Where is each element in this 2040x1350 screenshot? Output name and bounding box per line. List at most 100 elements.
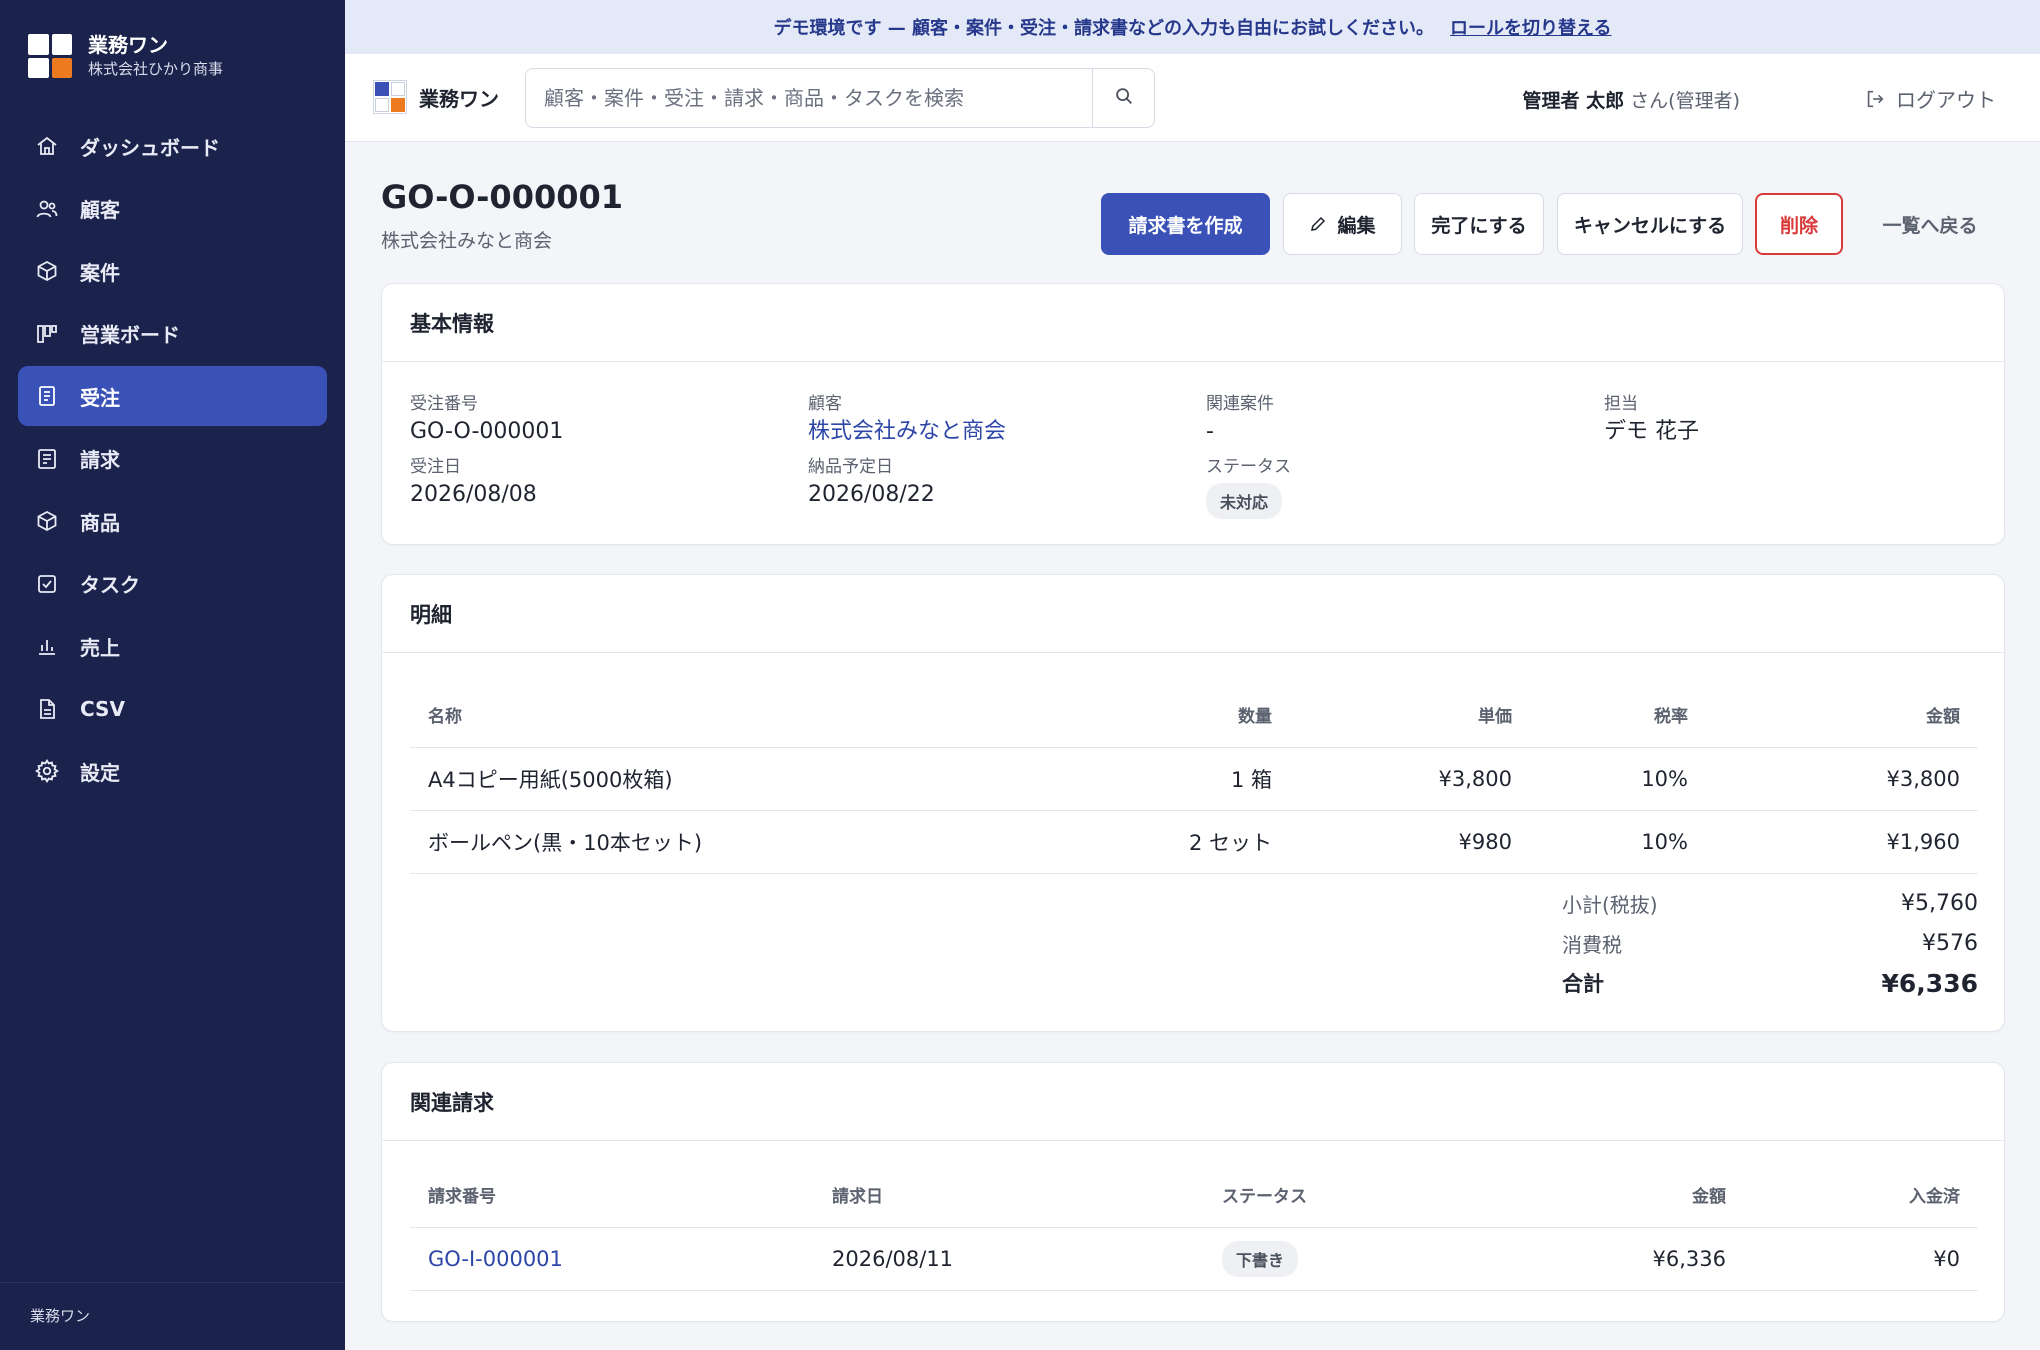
col-invoice-date: 請求日 bbox=[814, 1163, 1204, 1228]
col-qty: 数量 bbox=[1050, 683, 1290, 748]
sidebar-item-sales-board[interactable]: 営業ボード bbox=[18, 304, 327, 364]
sidebar-item-deals[interactable]: 案件 bbox=[18, 241, 327, 301]
table-header-row: 名称 数量 単価 税率 金額 bbox=[410, 683, 1978, 748]
user-role: さん(管理者) bbox=[1630, 90, 1740, 112]
sidebar-item-sales[interactable]: 売上 bbox=[18, 616, 327, 676]
sidebar-item-label: 受注 bbox=[80, 385, 120, 410]
item-price: ¥3,800 bbox=[1290, 747, 1530, 811]
item-name: ボールペン(黒・10本セット) bbox=[410, 810, 1050, 874]
search-input[interactable] bbox=[526, 69, 1092, 127]
line-items-title: 明細 bbox=[382, 575, 2004, 653]
sidebar-nav: ダッシュボード 顧客 案件 営業ボード 受注 請求 商品 タスク 売上 CSV … bbox=[18, 116, 327, 804]
order-date-label: 受注日 bbox=[410, 457, 461, 477]
customer-label: 顧客 bbox=[808, 394, 842, 414]
related-deal-label: 関連案件 bbox=[1206, 394, 1274, 414]
sidebar: 業務ワン 株式会社ひかり商事 ダッシュボード 顧客 案件 営業ボード 受注 請求… bbox=[0, 0, 345, 1350]
back-to-list-button[interactable]: 一覧へ戻る bbox=[1860, 193, 2000, 255]
invoice-number-link[interactable]: GO-I-000001 bbox=[410, 1227, 814, 1291]
line-items-card: 明細 名称 数量 単価 税率 金額 A4コピー用紙(5000枚箱) 1 箱 ¥3… bbox=[381, 574, 2005, 1032]
page-title: GO-O-000001 bbox=[381, 178, 624, 216]
brand[interactable]: 業務ワン 株式会社ひかり商事 bbox=[28, 32, 223, 80]
tax-label: 消費税 bbox=[1562, 932, 1622, 957]
invoice-status-badge: 下書き bbox=[1222, 1240, 1299, 1277]
company-name: 株式会社ひかり商事 bbox=[88, 60, 224, 78]
edit-button[interactable]: 編集 bbox=[1283, 193, 1402, 255]
line-items-table: 名称 数量 単価 税率 金額 A4コピー用紙(5000枚箱) 1 箱 ¥3,80… bbox=[410, 683, 1978, 874]
sidebar-item-settings[interactable]: 設定 bbox=[18, 741, 327, 801]
invoice-icon bbox=[34, 446, 60, 472]
cancel-order-label: キャンセルにする bbox=[1573, 214, 1727, 237]
sidebar-footer: 業務ワン bbox=[0, 1282, 345, 1350]
order-date-field: 受注日 2026/08/08 bbox=[410, 455, 537, 511]
switch-role-link[interactable]: ロールを切り替える bbox=[1450, 14, 1611, 40]
subtotal-label: 小計(税抜) bbox=[1562, 892, 1658, 917]
order-number-value: GO-O-000001 bbox=[410, 419, 564, 444]
delivery-date-label: 納品予定日 bbox=[808, 457, 893, 477]
col-tax: 税率 bbox=[1530, 683, 1706, 748]
search-button[interactable] bbox=[1092, 69, 1154, 127]
invoice-paid: ¥0 bbox=[1744, 1227, 1978, 1291]
search-icon bbox=[1113, 85, 1135, 111]
tax-value: ¥576 bbox=[1922, 930, 1978, 956]
subtotal-value: ¥5,760 bbox=[1901, 890, 1978, 916]
create-invoice-button[interactable]: 請求書を作成 bbox=[1101, 193, 1270, 255]
delete-label: 削除 bbox=[1779, 214, 1818, 237]
owner-field: 担当 デモ 花子 bbox=[1604, 392, 1699, 448]
sidebar-item-dashboard[interactable]: ダッシュボード bbox=[18, 116, 327, 176]
order-date-value: 2026/08/08 bbox=[410, 482, 537, 507]
customer-link[interactable]: 株式会社みなと商会 bbox=[808, 416, 1006, 448]
board-icon bbox=[34, 321, 60, 347]
sidebar-item-label: 請求 bbox=[80, 448, 120, 472]
app-logo-icon bbox=[28, 34, 72, 78]
user-name: 管理者 太郎 bbox=[1522, 90, 1625, 112]
invoice-amount: ¥6,336 bbox=[1464, 1227, 1744, 1291]
item-price: ¥980 bbox=[1290, 810, 1530, 874]
table-row: A4コピー用紙(5000枚箱) 1 箱 ¥3,800 10% ¥3,800 bbox=[410, 747, 1978, 811]
item-name: A4コピー用紙(5000枚箱) bbox=[410, 747, 1050, 811]
create-invoice-label: 請求書を作成 bbox=[1128, 214, 1243, 237]
totals: 小計(税抜) ¥5,760 消費税 ¥576 合計 ¥6,336 bbox=[1562, 883, 1978, 1003]
basic-info-card: 基本情報 受注番号 GO-O-000001 顧客 株式会社みなと商会 関連案件 … bbox=[381, 283, 2005, 545]
sidebar-item-label: CSV bbox=[80, 696, 125, 721]
customer-field: 顧客 株式会社みなと商会 bbox=[808, 392, 1006, 448]
sidebar-item-invoices[interactable]: 請求 bbox=[18, 429, 327, 489]
col-price: 単価 bbox=[1290, 683, 1530, 748]
back-to-list-label: 一覧へ戻る bbox=[1882, 214, 1978, 237]
header-logo[interactable]: 業務ワン bbox=[373, 80, 499, 114]
demo-banner: デモ環境です — 顧客・案件・受注・請求書などの入力も自由にお試しください。 ロ… bbox=[345, 0, 2040, 54]
receipt-icon bbox=[34, 383, 60, 409]
sidebar-item-label: 顧客 bbox=[80, 198, 120, 222]
file-icon bbox=[34, 696, 60, 722]
delete-button[interactable]: 削除 bbox=[1755, 193, 1843, 255]
col-invoice-amount: 金額 bbox=[1464, 1163, 1744, 1228]
cancel-order-button[interactable]: キャンセルにする bbox=[1557, 193, 1743, 255]
complete-label: 完了にする bbox=[1431, 214, 1527, 237]
col-amount: 金額 bbox=[1706, 683, 1978, 748]
sidebar-item-csv[interactable]: CSV bbox=[18, 679, 327, 739]
sidebar-item-label: タスク bbox=[80, 573, 140, 597]
tax-row: 消費税 ¥576 bbox=[1562, 923, 1978, 963]
item-qty: 2 セット bbox=[1050, 810, 1290, 874]
package-icon bbox=[34, 508, 60, 534]
related-invoices-title: 関連請求 bbox=[382, 1063, 2004, 1141]
complete-button[interactable]: 完了にする bbox=[1414, 193, 1544, 255]
pencil-icon bbox=[1309, 215, 1327, 233]
sidebar-item-customers[interactable]: 顧客 bbox=[18, 179, 327, 239]
logout-button[interactable]: ログアウト bbox=[1864, 84, 1996, 113]
sidebar-item-label: 売上 bbox=[80, 635, 120, 660]
logout-icon bbox=[1864, 88, 1886, 110]
item-amount: ¥3,800 bbox=[1706, 747, 1978, 811]
top-header: 業務ワン 管理者 太郎 さん(管理者) ログアウト bbox=[345, 54, 2040, 142]
sidebar-item-label: 案件 bbox=[80, 260, 120, 285]
sidebar-item-tasks[interactable]: タスク bbox=[18, 554, 327, 614]
item-tax: 10% bbox=[1530, 747, 1706, 811]
sidebar-item-products[interactable]: 商品 bbox=[18, 491, 327, 551]
sidebar-item-orders[interactable]: 受注 bbox=[18, 366, 327, 426]
total-row: 合計 ¥6,336 bbox=[1562, 963, 1978, 1003]
logout-label: ログアウト bbox=[1896, 88, 1996, 112]
page-subtitle: 株式会社みなと商会 bbox=[381, 230, 553, 252]
table-row: ボールペン(黒・10本セット) 2 セット ¥980 10% ¥1,960 bbox=[410, 810, 1978, 874]
total-label: 合計 bbox=[1562, 972, 1604, 996]
box-icon bbox=[34, 258, 60, 284]
demo-banner-text: デモ環境です — 顧客・案件・受注・請求書などの入力も自由にお試しください。 bbox=[773, 18, 1435, 39]
